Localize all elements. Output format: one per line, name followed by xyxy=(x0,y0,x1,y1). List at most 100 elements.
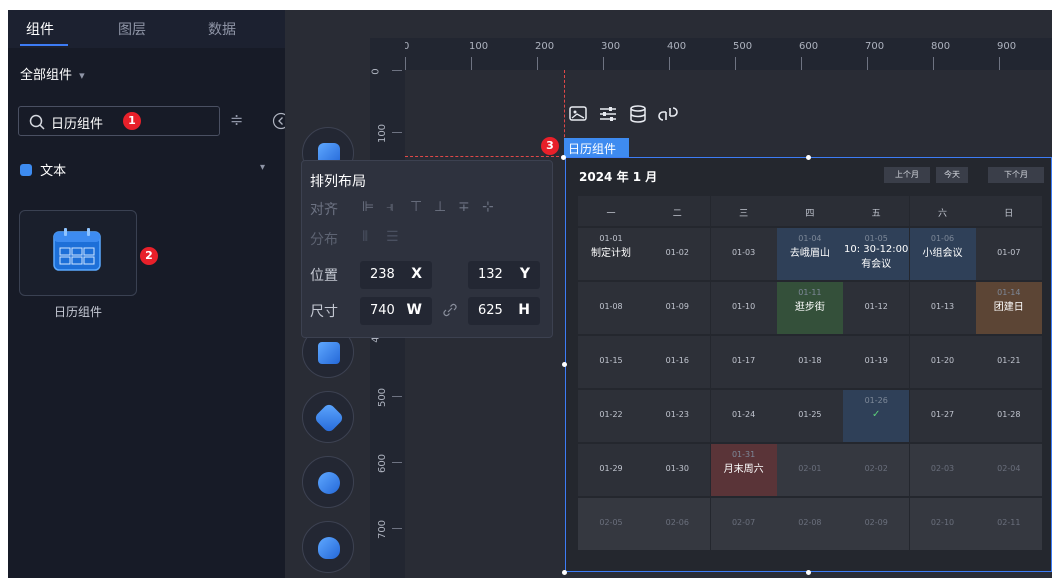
calendar-day-cell[interactable]: 02-11 xyxy=(975,498,1042,550)
calendar-day-cell[interactable]: 02-04 xyxy=(975,444,1042,496)
selected-component-tag[interactable]: 日历组件 xyxy=(564,138,629,157)
calendar-widget[interactable]: 2024 年 1 月 上个月 今天 下个月 一二三四五六日 01-01 制定计划 01… xyxy=(565,157,1052,572)
day-date: 01-21 xyxy=(997,356,1021,365)
resize-handle[interactable] xyxy=(562,362,567,367)
calendar-day-cell[interactable]: 01-30 xyxy=(644,444,711,496)
day-date: 01-19 xyxy=(864,356,888,365)
day-date: 01-22 xyxy=(599,410,623,419)
ruler-v-label: 600 xyxy=(377,453,389,474)
image-icon[interactable] xyxy=(568,104,588,124)
distribute-horizontal-icon[interactable]: ⦀ xyxy=(362,229,368,245)
calendar-day-cell[interactable]: 01-28 xyxy=(975,390,1042,442)
calendar-day-cell[interactable]: 02-02 xyxy=(843,444,910,496)
calendar-day-cell[interactable]: 01-19 xyxy=(843,336,910,388)
calendar-day-cell[interactable]: 01-01 制定计划 xyxy=(578,228,644,280)
rail-button[interactable] xyxy=(302,521,354,573)
next-month-button[interactable]: 下个月 xyxy=(988,167,1044,183)
calendar-day-cell[interactable]: 02-06 xyxy=(644,498,711,550)
rail-button[interactable] xyxy=(302,391,354,443)
align-bottom-icon[interactable]: ⊥ xyxy=(434,199,446,215)
filter-dropdown[interactable]: 全部组件 ▾ xyxy=(20,64,85,83)
sort-icon[interactable]: ≑ xyxy=(230,110,243,129)
calendar-day-cell[interactable]: 02-01 xyxy=(776,444,843,496)
weekday-header: 五 xyxy=(843,196,910,226)
calendar-day-cell[interactable]: 01-22 xyxy=(578,390,644,442)
calendar-day-cell[interactable]: 01-02 xyxy=(644,228,711,280)
tab-data[interactable]: 数据 xyxy=(208,19,236,39)
distribute-vertical-icon[interactable]: ☰ xyxy=(386,229,399,245)
selection-toolbar xyxy=(564,100,709,130)
resize-handle[interactable] xyxy=(806,155,811,160)
day-date: 01-02 xyxy=(665,248,689,257)
calendar-day-cell[interactable]: 01-06 小组会议 xyxy=(909,228,976,280)
align-vcenter-icon[interactable]: ∓ xyxy=(458,199,470,215)
calendar-day-cell[interactable]: 01-09 xyxy=(644,282,711,334)
calendar-day-cell[interactable]: 01-05 10: 30-12:00 有会议 xyxy=(843,228,910,280)
calendar-day-cell[interactable]: 01-25 xyxy=(776,390,843,442)
day-date: 01-24 xyxy=(731,410,756,419)
interaction-icon[interactable] xyxy=(658,104,678,124)
calendar-day-cell[interactable]: 01-17 xyxy=(710,336,777,388)
day-date: 01-07 xyxy=(997,248,1021,257)
calendar-day-cell[interactable]: 01-15 xyxy=(578,336,644,388)
resize-handle[interactable] xyxy=(561,155,566,160)
ruler-v-tick xyxy=(392,70,402,71)
size-height-input[interactable]: 625 H xyxy=(468,297,540,325)
tab-bar: 组件 图层 数据 xyxy=(8,10,285,48)
calendar-day-cell[interactable]: 01-24 xyxy=(710,390,777,442)
day-date: 02-11 xyxy=(997,518,1021,527)
calendar-day-cell[interactable]: 01-23 xyxy=(644,390,711,442)
size-width-input[interactable]: 740 W xyxy=(360,297,432,325)
database-icon[interactable] xyxy=(628,104,648,124)
tab-components[interactable]: 组件 xyxy=(26,19,54,39)
prev-month-button[interactable]: 上个月 xyxy=(884,167,930,183)
calendar-day-cell[interactable]: 02-05 xyxy=(578,498,644,550)
chevron-down-icon: ▾ xyxy=(259,162,265,173)
link-icon[interactable] xyxy=(442,302,458,318)
calendar-day-cell[interactable]: 01-21 xyxy=(975,336,1042,388)
calendar-day-cell[interactable]: 01-14 团建日 xyxy=(975,282,1042,334)
calendar-day-cell[interactable]: 01-12 xyxy=(843,282,910,334)
calendar-component-card[interactable]: 2 xyxy=(19,210,158,296)
calendar-day-cell[interactable]: 01-29 xyxy=(578,444,644,496)
calendar-day-cell[interactable]: 01-04 去峨眉山 xyxy=(776,228,843,280)
today-button[interactable]: 今天 xyxy=(936,167,968,183)
align-right-icon[interactable]: ⫣ xyxy=(386,199,394,215)
calendar-day-cell[interactable]: 02-09 xyxy=(843,498,910,550)
tab-layers[interactable]: 图层 xyxy=(118,19,146,39)
rail-button[interactable] xyxy=(302,456,354,508)
calendar-day-cell[interactable]: 01-13 xyxy=(909,282,976,334)
group-text[interactable]: 文本 ▾ xyxy=(20,160,265,179)
size-label: 尺寸 xyxy=(310,304,338,320)
distribute-label: 分布 xyxy=(310,232,338,248)
calendar-day-cell[interactable]: 01-27 xyxy=(909,390,976,442)
calendar-day-cell[interactable]: 01-11 逛步街 xyxy=(776,282,843,334)
search-input[interactable]: 日历组件 1 xyxy=(18,106,220,136)
day-event: 团建日 xyxy=(993,302,1024,313)
calendar-day-cell[interactable]: 01-03 xyxy=(710,228,777,280)
calendar-day-cell[interactable]: 02-07 xyxy=(710,498,777,550)
day-date: 01-09 xyxy=(665,302,689,311)
settings-sliders-icon[interactable] xyxy=(598,104,618,124)
align-hcenter-icon[interactable]: ⊹ xyxy=(482,199,494,215)
ruler-h-label: 800 xyxy=(931,41,951,52)
day-date: 01-01 xyxy=(599,234,623,243)
position-x-input[interactable]: 238 X xyxy=(360,261,432,289)
calendar-day-cell[interactable]: 02-08 xyxy=(776,498,843,550)
resize-handle[interactable] xyxy=(562,570,567,575)
position-y-input[interactable]: 132 Y xyxy=(468,261,540,289)
align-top-icon[interactable]: ⊤ xyxy=(410,199,422,215)
resize-handle[interactable] xyxy=(806,570,811,575)
search-icon xyxy=(29,114,45,130)
calendar-day-cell[interactable]: 01-26 ✓ xyxy=(843,390,910,442)
calendar-day-cell[interactable]: 01-20 xyxy=(909,336,976,388)
align-left-icon[interactable]: ⊫ xyxy=(362,199,374,215)
calendar-day-cell[interactable]: 01-08 xyxy=(578,282,644,334)
calendar-day-cell[interactable]: 02-03 xyxy=(909,444,976,496)
calendar-day-cell[interactable]: 02-10 xyxy=(909,498,976,550)
calendar-day-cell[interactable]: 01-31 月末周六 xyxy=(710,444,777,496)
calendar-day-cell[interactable]: 01-10 xyxy=(710,282,777,334)
calendar-day-cell[interactable]: 01-07 xyxy=(975,228,1042,280)
calendar-day-cell[interactable]: 01-16 xyxy=(644,336,711,388)
calendar-day-cell[interactable]: 01-18 xyxy=(776,336,843,388)
